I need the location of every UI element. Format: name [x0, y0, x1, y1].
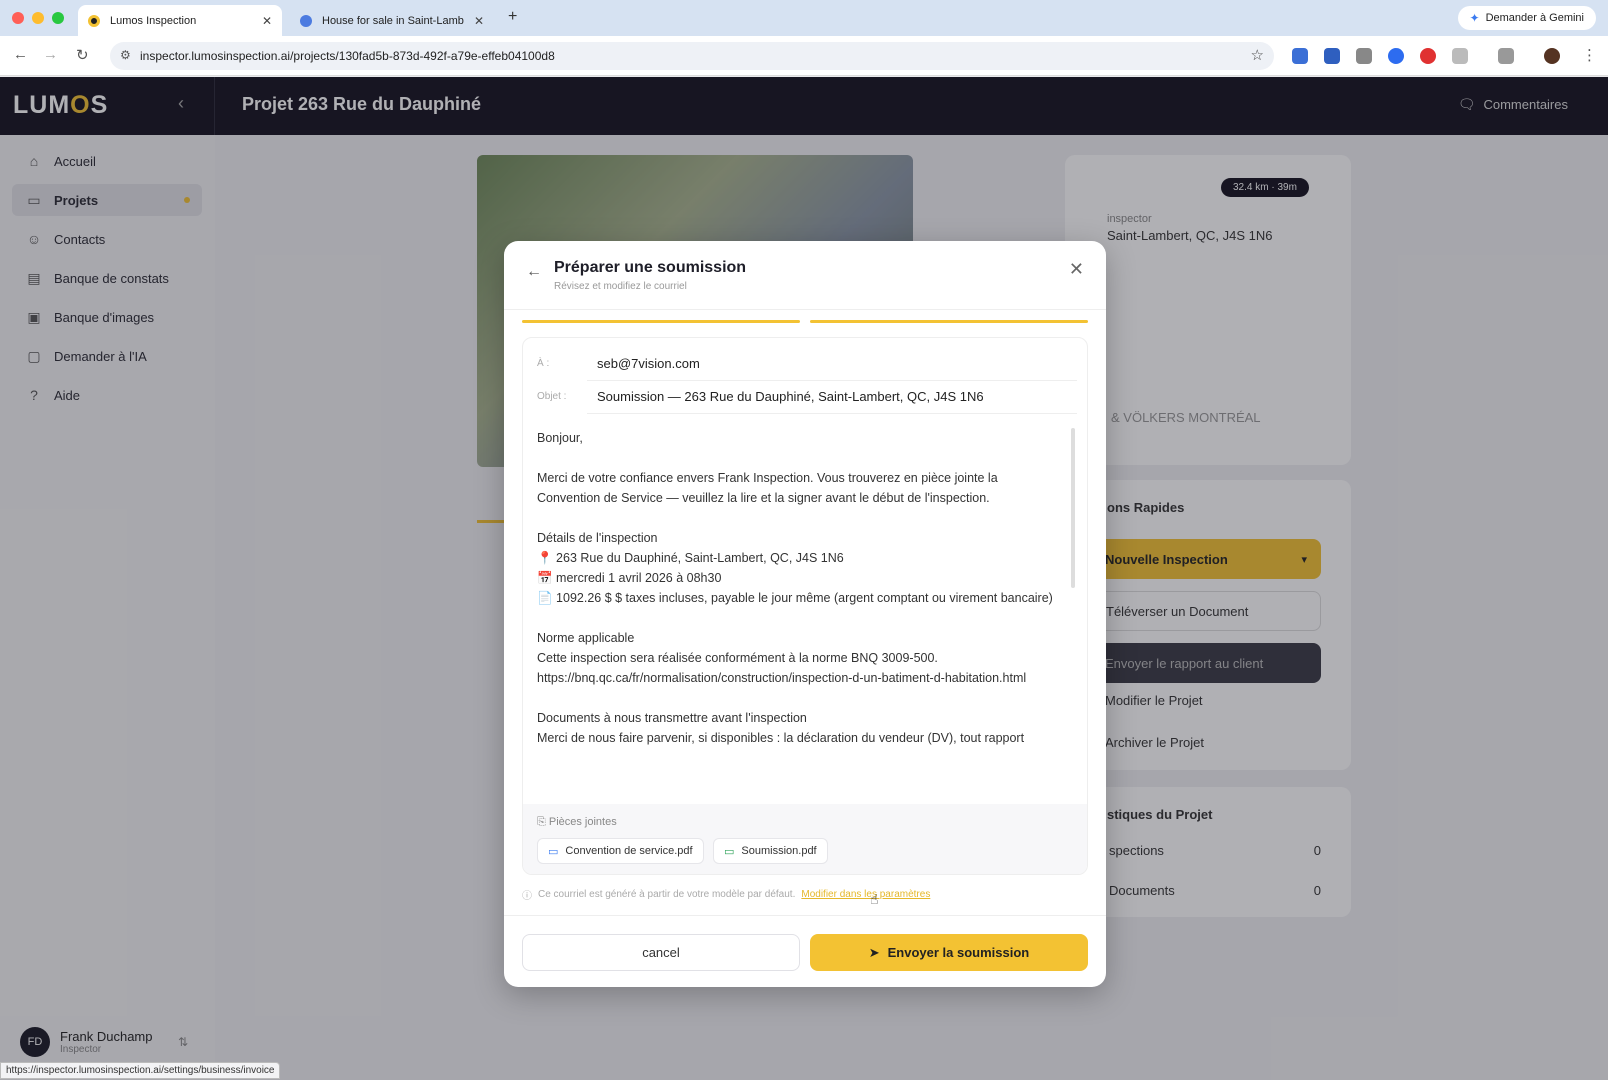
email-docs: Documents à nous transmettre avant l'ins…	[537, 708, 1057, 748]
detail-price: 📄 1092.26 $ $ taxes incluses, payable le…	[537, 591, 1053, 605]
modal-title: Préparer une soumission	[554, 259, 747, 276]
gemini-star-icon: ✦	[1469, 11, 1480, 25]
close-icon[interactable]: ✕	[262, 14, 272, 28]
back-arrow-icon[interactable]: ←	[13, 46, 28, 63]
ask-gemini-button[interactable]: ✦ Demander à Gemini	[1457, 6, 1596, 30]
browser-menu-icon[interactable]: ⋮	[1582, 46, 1597, 64]
browser-tab-bar: Lumos Inspection ✕ House for sale in Sai…	[0, 0, 1608, 36]
attachments-section: ⎘ Pièces jointes ▭ Convention de service…	[523, 804, 1087, 874]
edit-settings-link[interactable]: Modifier dans les paramètres	[801, 889, 930, 900]
details-title: Détails de l'inspection	[537, 531, 658, 545]
send-label: Envoyer la soumission	[887, 945, 1030, 960]
modal-header-divider	[504, 309, 1106, 310]
attachment-chip-soumission[interactable]: ▭ Soumission.pdf	[713, 838, 828, 864]
email-details: Détails de l'inspection 📍 263 Rue du Daup…	[537, 528, 1057, 608]
cancel-button[interactable]: cancel	[522, 934, 800, 971]
browser-toolbar: ← → ↻ ⚙ inspector.lumosinspection.ai/pro…	[0, 36, 1608, 76]
email-editor: À : seb@7vision.com Objet : Soumission —…	[522, 337, 1088, 875]
lumos-app: 32.4 km · 39m inspector Saint-Lambert, Q…	[0, 77, 1608, 1080]
close-icon[interactable]: ✕	[1069, 259, 1084, 280]
info-icon: ⓘ	[522, 891, 532, 902]
detail-address: 📍 263 Rue du Dauphiné, Saint-Lambert, QC…	[537, 551, 844, 565]
email-body-scrollbar[interactable]	[1071, 428, 1075, 588]
modal-footer-divider	[504, 915, 1106, 916]
browser-tab-lumos[interactable]: Lumos Inspection ✕	[78, 5, 282, 36]
site-settings-icon[interactable]: ⚙	[120, 48, 131, 62]
minimize-window-button[interactable]	[32, 12, 44, 24]
to-field[interactable]: seb@7vision.com	[597, 356, 700, 371]
attachment-name: Convention de service.pdf	[565, 845, 693, 857]
tab-title: House for sale in Saint-Lamb	[322, 14, 464, 27]
pointer-cursor-icon: ☝	[870, 891, 879, 907]
docs-title: Documents à nous transmettre avant l'ins…	[537, 711, 807, 725]
maximize-window-button[interactable]	[52, 12, 64, 24]
site-favicon-icon	[300, 14, 312, 27]
email-norm: Norme applicable Cette inspection sera ré…	[537, 628, 1057, 688]
close-icon[interactable]: ✕	[474, 14, 484, 28]
note-text: Ce courriel est généré à partir de votre…	[538, 889, 796, 900]
url-text[interactable]: inspector.lumosinspection.ai/projects/13…	[140, 49, 555, 63]
address-bar[interactable]: ⚙ inspector.lumosinspection.ai/projects/…	[110, 42, 1274, 70]
attachments-label: ⎘ Pièces jointes	[537, 816, 617, 829]
profile-avatar-icon[interactable]	[1544, 48, 1560, 64]
field-divider	[587, 413, 1077, 414]
norm-url: https://bnq.qc.ca/fr/normalisation/const…	[537, 671, 1027, 685]
attachments-label-text: Pièces jointes	[548, 816, 617, 828]
file-icon: ▭	[548, 845, 559, 858]
extension-red-icon[interactable]	[1420, 48, 1436, 64]
to-label: À :	[537, 358, 550, 369]
back-arrow-icon[interactable]: ←	[526, 263, 542, 281]
attachment-chip-convention[interactable]: ▭ Convention de service.pdf	[537, 838, 704, 864]
tab-title: Lumos Inspection	[110, 14, 197, 27]
bookmark-star-icon[interactable]: ☆	[1251, 46, 1264, 64]
side-panel-icon[interactable]	[1498, 48, 1514, 64]
email-body-textarea[interactable]: Bonjour, Merci de votre confiance envers…	[537, 428, 1057, 798]
send-submission-button[interactable]: ➤ Envoyer la soumission	[810, 934, 1088, 971]
lumos-favicon-icon	[88, 14, 100, 27]
submission-modal: ← Préparer une soumission Révisez et mod…	[504, 241, 1106, 987]
status-bar-url: https://inspector.lumosinspection.ai/set…	[0, 1062, 281, 1079]
email-greeting: Bonjour,	[537, 431, 583, 445]
step-indicator-2	[810, 320, 1088, 323]
browser-tab-house[interactable]: House for sale in Saint-Lamb ✕	[290, 5, 494, 36]
norm-title: Norme applicable	[537, 631, 635, 645]
email-intro: Merci de votre confiance envers Frank In…	[537, 471, 998, 505]
extension-camera-icon[interactable]	[1356, 48, 1372, 64]
field-divider	[587, 380, 1077, 381]
extension-translate-icon[interactable]	[1324, 48, 1340, 64]
reload-icon[interactable]: ↻	[76, 46, 89, 64]
extension-grid-icon[interactable]	[1292, 48, 1308, 64]
subject-field[interactable]: Soumission — 263 Rue du Dauphiné, Saint-…	[597, 389, 984, 404]
step-indicator-1	[522, 320, 800, 323]
new-tab-button[interactable]: +	[508, 8, 517, 26]
norm-text: Cette inspection sera réalisée conformém…	[537, 651, 938, 665]
send-icon: ➤	[868, 944, 880, 960]
modal-subtitle: Révisez et modifiez le courriel	[554, 281, 687, 292]
paperclip-icon: ⎘	[537, 816, 549, 828]
file-icon: ▭	[724, 845, 735, 858]
subject-label: Objet :	[537, 391, 567, 402]
gemini-label: Demander à Gemini	[1485, 12, 1584, 24]
attachment-name: Soumission.pdf	[741, 845, 817, 857]
extensions-puzzle-icon[interactable]	[1452, 48, 1468, 64]
forward-arrow-icon[interactable]: →	[43, 46, 58, 63]
docs-text: Merci de nous faire parvenir, si disponi…	[537, 731, 1025, 745]
extension-blue-dot-icon[interactable]	[1388, 48, 1404, 64]
detail-date: 📅 mercredi 1 avril 2026 à 08h30	[537, 571, 722, 585]
close-window-button[interactable]	[12, 12, 24, 24]
